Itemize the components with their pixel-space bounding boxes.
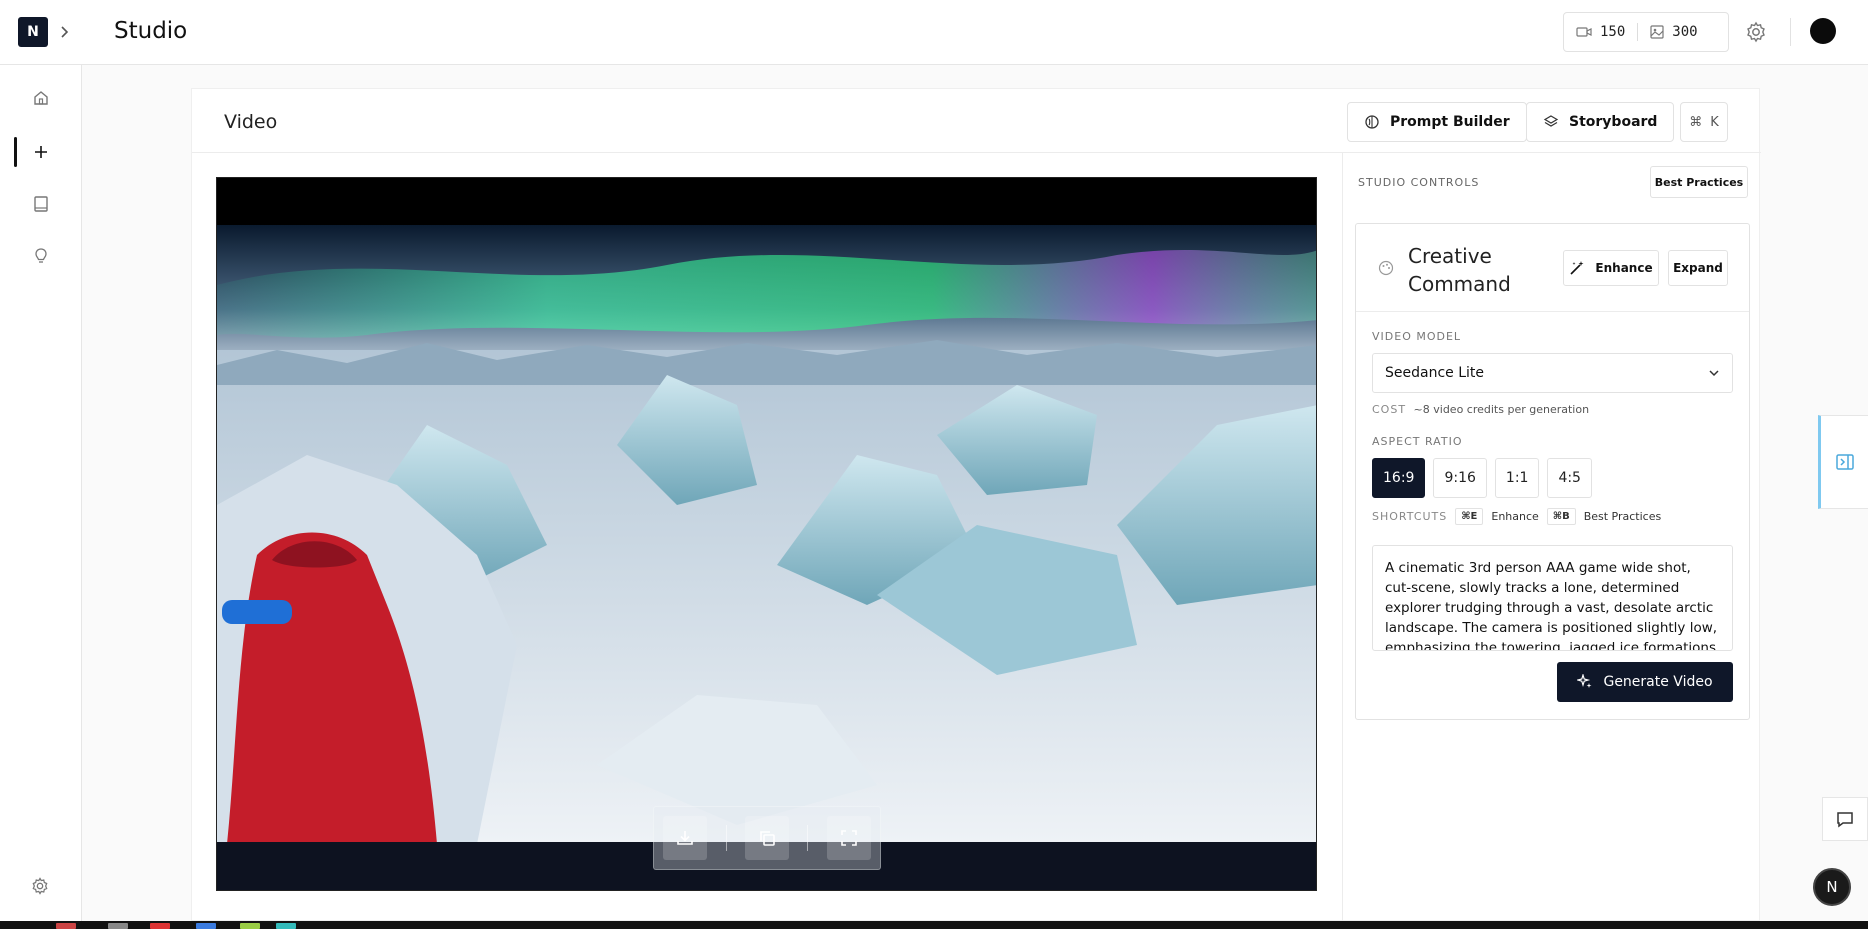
chevron-down-icon — [1709, 370, 1719, 377]
best-practices-button[interactable]: Best Practices — [1650, 166, 1748, 198]
user-avatar[interactable] — [1810, 18, 1836, 44]
prompt-textarea[interactable]: A cinematic 3rd person AAA game wide sho… — [1372, 545, 1733, 651]
shortcut-enhance-key: ⌘E — [1455, 508, 1484, 525]
taskbar — [0, 921, 1868, 929]
image-credit-count: 300 — [1672, 24, 1698, 40]
taskbar-app[interactable] — [276, 923, 296, 929]
video-model-value: Seedance Lite — [1385, 365, 1485, 381]
ratio-16-9[interactable]: 16:9 — [1372, 458, 1426, 498]
header-divider — [1790, 18, 1791, 46]
taskbar-app[interactable] — [196, 923, 216, 929]
aspect-ratio-group: 16:9 9:16 1:1 4:5 — [1372, 458, 1592, 498]
video-credit-icon — [1576, 27, 1592, 37]
ratio-9-16[interactable]: 9:16 — [1433, 458, 1487, 498]
panel-toggle-icon — [1835, 454, 1854, 470]
fullscreen-icon — [840, 830, 857, 846]
creative-command-title: Creative Command — [1408, 244, 1511, 296]
control-divider — [807, 825, 809, 851]
taskbar-app[interactable] — [150, 923, 170, 929]
video-model-select[interactable]: Seedance Lite — [1372, 353, 1733, 393]
plus-icon — [35, 146, 47, 158]
video-preview — [217, 225, 1316, 844]
assistant-fab[interactable]: N — [1813, 868, 1851, 906]
sidebar — [0, 65, 82, 921]
enhance-button[interactable]: Enhance — [1563, 250, 1659, 286]
control-divider — [725, 825, 727, 851]
expand-button[interactable]: Expand — [1668, 250, 1728, 286]
book-icon — [34, 196, 48, 212]
chat-icon — [1837, 812, 1853, 828]
video-controls — [653, 806, 881, 870]
layers-icon — [1543, 115, 1559, 127]
prompt-builder-button[interactable]: Prompt Builder — [1347, 102, 1527, 142]
sidebar-active-indicator — [14, 137, 17, 167]
storyboard-label: Storyboard — [1569, 114, 1658, 130]
app-logo[interactable]: N — [18, 17, 48, 47]
sidebar-item-library[interactable] — [30, 193, 52, 215]
main-panel: Video Prompt Builder Storyboard ⌘ K STUD… — [191, 88, 1761, 922]
video-credit-count: 150 — [1600, 24, 1626, 40]
video-player[interactable] — [216, 177, 1317, 891]
palette-icon — [1378, 260, 1394, 276]
cost-value: ~8 video credits per generation — [1413, 403, 1590, 416]
prompt-builder-label: Prompt Builder — [1390, 114, 1510, 130]
command-palette-button[interactable]: ⌘ K — [1680, 102, 1728, 142]
command-key: ⌘ — [1689, 114, 1703, 130]
top-bar: N Studio 150 300 — [0, 0, 1868, 65]
copy-button[interactable] — [744, 816, 789, 860]
cost-label: COST — [1372, 403, 1407, 416]
cost-info: COST ~8 video credits per generation — [1372, 403, 1589, 416]
magic-wand-icon — [1570, 261, 1584, 275]
image-credits: 300 — [1638, 13, 1709, 51]
copy-icon — [760, 831, 775, 846]
shortcuts-label: SHORTCUTS — [1372, 510, 1448, 523]
studio-controls: STUDIO CONTROLS Best Practices Creative … — [1342, 153, 1761, 922]
ratio-1-1[interactable]: 1:1 — [1494, 458, 1540, 498]
download-button[interactable] — [663, 816, 708, 860]
image-credit-icon — [1650, 25, 1664, 39]
shortcut-bp-key: ⌘B — [1546, 508, 1576, 525]
brain-icon — [1365, 115, 1379, 129]
generate-video-button[interactable]: Generate Video — [1557, 662, 1733, 702]
gear-icon[interactable] — [1744, 20, 1768, 44]
taskbar-app[interactable] — [240, 923, 260, 929]
sparkle-icon — [1577, 674, 1592, 688]
storyboard-button[interactable]: Storyboard — [1526, 102, 1675, 142]
sidebar-item-home[interactable] — [30, 87, 52, 109]
panel-toggle-tab[interactable] — [1818, 415, 1868, 509]
gear-icon[interactable] — [30, 876, 50, 896]
chat-button[interactable] — [1822, 797, 1868, 841]
sidebar-item-create[interactable] — [30, 141, 52, 163]
shortcuts-row: SHORTCUTS ⌘E Enhance ⌘B Best Practices — [1372, 508, 1661, 525]
studio-controls-heading: STUDIO CONTROLS — [1358, 176, 1480, 189]
video-model-label: VIDEO MODEL — [1372, 330, 1462, 343]
creative-command-header: Creative Command Enhance Expand — [1356, 224, 1749, 312]
video-credits: 150 — [1564, 13, 1637, 51]
shortcut-bp-label: Best Practices — [1583, 510, 1662, 523]
page-title: Video — [224, 111, 278, 133]
generate-video-label: Generate Video — [1603, 674, 1713, 690]
aspect-ratio-label: ASPECT RATIO — [1372, 435, 1463, 448]
enhance-label: Enhance — [1595, 261, 1653, 275]
sidebar-item-ideas[interactable] — [30, 245, 52, 267]
taskbar-app[interactable] — [56, 923, 76, 929]
home-icon — [34, 91, 48, 105]
chevron-right-icon[interactable] — [58, 22, 72, 42]
credits-panel: 150 300 — [1563, 12, 1729, 52]
download-icon — [677, 831, 693, 845]
shortcut-enhance-label: Enhance — [1491, 510, 1539, 523]
creative-command-card: Creative Command Enhance Expand VIDEO MO… — [1355, 223, 1750, 720]
lightbulb-icon — [35, 248, 47, 263]
taskbar-app[interactable] — [108, 923, 128, 929]
ratio-4-5[interactable]: 4:5 — [1547, 458, 1592, 498]
main-header: Video Prompt Builder Storyboard ⌘ K — [192, 89, 1761, 153]
fullscreen-button[interactable] — [826, 816, 871, 860]
app-title: Studio — [114, 18, 188, 44]
command-letter: K — [1710, 114, 1719, 130]
